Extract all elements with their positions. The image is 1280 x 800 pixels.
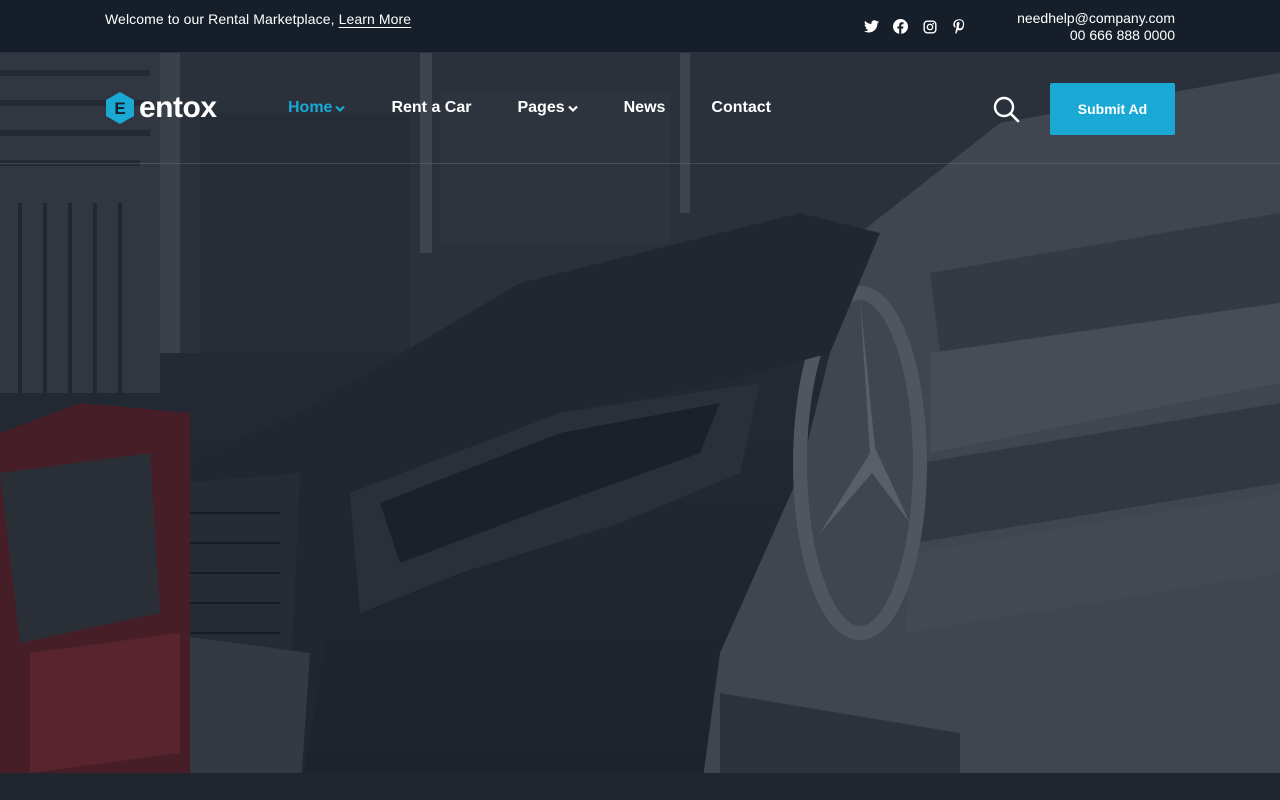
logo-hexagon-icon: E bbox=[106, 92, 134, 124]
social-links bbox=[863, 18, 967, 35]
main-header: E entox Home Rent a Car Pages News Conta… bbox=[0, 53, 1280, 164]
nav-item-label: News bbox=[623, 99, 666, 116]
chevron-down-icon bbox=[567, 105, 578, 113]
nav-item-home[interactable]: Home bbox=[288, 98, 346, 118]
hero-background bbox=[0, 53, 1280, 800]
welcome-text: Welcome to our Rental Marketplace, bbox=[105, 11, 335, 27]
hero-overlay bbox=[0, 53, 1280, 800]
site-logo[interactable]: E entox bbox=[105, 91, 217, 125]
nav-item-pages[interactable]: Pages bbox=[517, 98, 578, 118]
learn-more-link[interactable]: Learn More bbox=[339, 11, 412, 27]
nav-item-rent-a-car[interactable]: Rent a Car bbox=[391, 98, 471, 118]
welcome-message: Welcome to our Rental Marketplace, Learn … bbox=[105, 11, 411, 27]
logo-text: entox bbox=[139, 91, 217, 124]
nav-item-label: Contact bbox=[711, 99, 771, 116]
nav-item-contact[interactable]: Contact bbox=[711, 98, 771, 118]
facebook-icon[interactable] bbox=[892, 18, 909, 35]
chevron-down-icon bbox=[335, 105, 346, 113]
nav-item-label: Rent a Car bbox=[391, 99, 472, 116]
search-icon bbox=[993, 96, 1020, 123]
submit-ad-button[interactable]: Submit Ad bbox=[1050, 83, 1175, 135]
main-navigation: Home Rent a Car Pages News Contact bbox=[288, 98, 817, 118]
top-bar: Welcome to our Rental Marketplace, Learn … bbox=[0, 0, 1280, 53]
nav-item-label: Pages bbox=[517, 99, 565, 116]
logo-letter: E bbox=[114, 99, 125, 118]
pinterest-icon[interactable] bbox=[950, 18, 967, 35]
instagram-icon[interactable] bbox=[921, 18, 938, 35]
support-phone[interactable]: 00 666 888 0000 bbox=[1017, 27, 1175, 44]
support-email[interactable]: needhelp@company.com bbox=[1017, 10, 1175, 27]
search-button[interactable] bbox=[992, 95, 1020, 123]
contact-info: needhelp@company.com 00 666 888 0000 bbox=[1017, 10, 1175, 44]
twitter-icon[interactable] bbox=[863, 18, 880, 35]
nav-item-label: Home bbox=[288, 99, 333, 116]
nav-item-news[interactable]: News bbox=[624, 98, 666, 118]
